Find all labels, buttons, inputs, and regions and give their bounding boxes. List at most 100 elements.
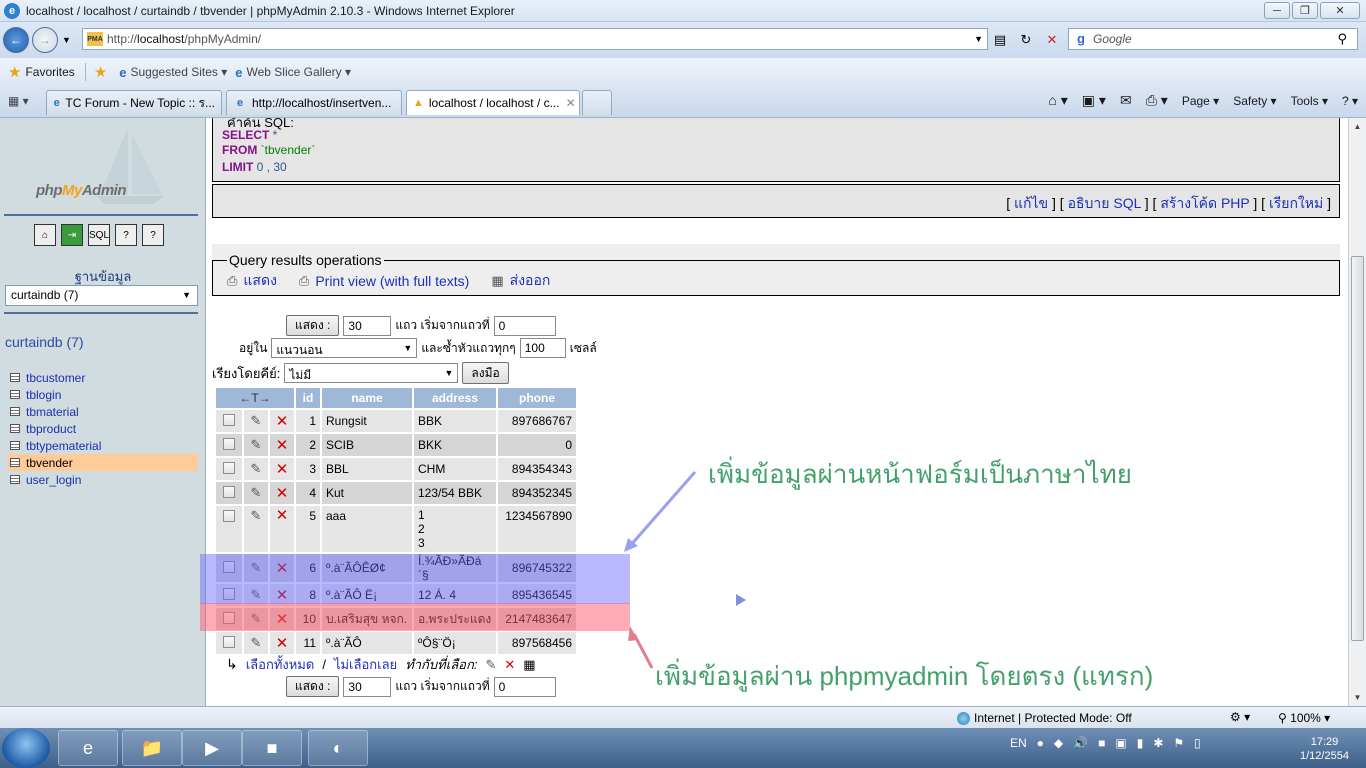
close-tab-icon[interactable]: ✕: [566, 96, 576, 110]
from-row-input[interactable]: 0: [493, 315, 556, 336]
table-icon[interactable]: [10, 390, 20, 399]
restore-button[interactable]: ❐: [1292, 2, 1318, 19]
safety-menu[interactable]: Safety ▾: [1233, 94, 1276, 108]
tab-insertvender[interactable]: e http://localhost/insertven...: [226, 90, 402, 115]
security-zone[interactable]: Internet | Protected Mode: Off: [957, 711, 1132, 725]
internet-explorer-taskbar-icon[interactable]: e: [58, 730, 118, 766]
feeds-icon[interactable]: ▣ ▾: [1082, 92, 1106, 109]
edit-pencil-icon[interactable]: ✎: [251, 461, 262, 476]
export-link[interactable]: ▦ ส่งออก: [491, 270, 550, 292]
tools-menu[interactable]: Tools ▾: [1291, 94, 1328, 108]
bluetooth-icon[interactable]: ✱: [1153, 736, 1163, 750]
sidebar-table-tbmaterial[interactable]: tbmaterial: [8, 403, 198, 420]
start-button[interactable]: [2, 728, 50, 768]
rows-input[interactable]: 30: [343, 315, 392, 336]
database-name-link[interactable]: curtaindb (7): [5, 334, 84, 350]
column-header-name[interactable]: name: [322, 388, 412, 408]
delete-x-icon[interactable]: ✕: [276, 507, 289, 524]
compatibility-view-icon[interactable]: ▤: [990, 30, 1010, 50]
quick-tabs-button[interactable]: ▦ ▾: [8, 94, 29, 108]
column-header-phone[interactable]: phone: [498, 388, 576, 408]
column-header-id[interactable]: id: [296, 388, 320, 408]
scroll-up-icon[interactable]: ▲: [1349, 118, 1366, 135]
app-taskbar-icon[interactable]: ■: [242, 730, 302, 766]
home-icon[interactable]: ⌂: [34, 224, 56, 246]
refresh-icon[interactable]: ↻: [1016, 30, 1036, 50]
file-explorer-taskbar-icon[interactable]: 📁: [122, 730, 182, 766]
table-icon[interactable]: [10, 475, 20, 484]
phpmyadmin-logo[interactable]: phpMyAdmin: [36, 182, 127, 199]
sidebar-table-tbproduct[interactable]: tbproduct: [8, 420, 198, 437]
sidebar-table-tbtypematerial[interactable]: tbtypematerial: [8, 437, 198, 454]
delete-x-icon[interactable]: ✕: [504, 657, 515, 673]
close-button[interactable]: ✕: [1320, 2, 1360, 19]
tab-tc-forum[interactable]: e TC Forum - New Topic :: ร...: [46, 90, 222, 115]
row-checkbox[interactable]: [223, 437, 235, 450]
flag-icon[interactable]: ⚑: [1173, 736, 1184, 750]
create-php-code-link[interactable]: สร้างโค้ด PHP: [1160, 195, 1249, 211]
help-menu[interactable]: ? ▾: [1342, 94, 1358, 108]
back-button[interactable]: ←: [3, 27, 29, 53]
scroll-down-icon[interactable]: ▼: [1349, 689, 1366, 706]
explain-sql-link[interactable]: อธิบาย SQL: [1068, 195, 1141, 211]
print-full-link[interactable]: ⎙ Print view (with full texts): [299, 270, 469, 292]
documentation-icon[interactable]: ?: [115, 224, 137, 246]
sidebar-table-tbcustomer[interactable]: tbcustomer: [8, 369, 198, 386]
table-icon[interactable]: [10, 424, 20, 433]
uncheck-all-link[interactable]: ไม่เลือกเลย: [334, 654, 397, 675]
volume-icon[interactable]: 🔊: [1073, 736, 1088, 750]
page-menu[interactable]: Page ▾: [1182, 94, 1219, 108]
delete-x-icon[interactable]: ✕: [276, 437, 289, 454]
delete-x-icon[interactable]: ✕: [276, 635, 289, 652]
exit-icon[interactable]: ⇥: [61, 224, 83, 246]
query-window-icon[interactable]: SQL: [88, 224, 110, 246]
row-checkbox[interactable]: [223, 413, 235, 426]
from-row-input-bottom[interactable]: 0: [493, 676, 556, 697]
repeat-headers-input[interactable]: 100: [519, 338, 566, 358]
suggested-sites-link[interactable]: e Suggested Sites ▾: [119, 65, 227, 80]
table-icon[interactable]: [10, 441, 20, 450]
row-checkbox[interactable]: [223, 635, 235, 648]
database-select[interactable]: curtaindb (7) ▼: [5, 285, 198, 306]
forward-button[interactable]: →: [32, 27, 58, 53]
print-icon[interactable]: ⎙ ▾: [1146, 92, 1168, 109]
tab-phpmyadmin[interactable]: ▲ localhost / localhost / c... ✕: [406, 90, 580, 115]
new-tab-button[interactable]: [582, 90, 612, 115]
network-icon[interactable]: ▯: [1194, 736, 1201, 750]
print-link[interactable]: ⎙ แสดง: [227, 270, 277, 292]
zoom-control[interactable]: ⚲ 100% ▾: [1278, 711, 1330, 725]
show-button-bottom[interactable]: แสดง :: [286, 676, 340, 697]
home-icon[interactable]: ⌂ ▾: [1048, 92, 1067, 109]
go-button[interactable]: ลงมือ: [462, 362, 509, 384]
stop-icon[interactable]: ✕: [1042, 30, 1062, 50]
vertical-scrollbar[interactable]: ▲ ▼: [1348, 118, 1366, 706]
table-icon[interactable]: [10, 458, 20, 467]
row-checkbox[interactable]: [223, 510, 235, 522]
protected-mode-icon[interactable]: ⚙ ▾: [1230, 710, 1250, 724]
delete-x-icon[interactable]: ✕: [276, 485, 289, 502]
search-box[interactable]: g Google ⚲: [1068, 28, 1358, 50]
edit-pencil-icon[interactable]: ✎: [251, 413, 262, 428]
export-icon[interactable]: ▦: [523, 657, 535, 673]
show-button[interactable]: แสดง :: [286, 315, 340, 336]
table-icon[interactable]: [10, 407, 20, 416]
web-slice-gallery-link[interactable]: e Web Slice Gallery ▾: [235, 65, 351, 80]
column-header-address[interactable]: address: [414, 388, 496, 408]
edit-pencil-icon[interactable]: ✎: [251, 485, 262, 500]
edit-pencil-icon[interactable]: ✎: [251, 635, 262, 650]
delete-x-icon[interactable]: ✕: [276, 413, 289, 430]
read-mail-icon[interactable]: ✉: [1120, 92, 1132, 109]
edit-pencil-icon[interactable]: ✎: [485, 657, 496, 673]
row-checkbox[interactable]: [223, 485, 235, 498]
sidebar-table-user-login[interactable]: user_login: [8, 471, 198, 488]
row-checkbox[interactable]: [223, 461, 235, 474]
column-toggle-header[interactable]: ←T→: [216, 388, 294, 408]
clock[interactable]: 17:29 1/12/2554: [1300, 735, 1349, 763]
language-indicator[interactable]: EN: [1010, 736, 1027, 750]
sidebar-table-tbvender[interactable]: tbvender: [8, 454, 198, 471]
recent-pages-dropdown[interactable]: ▼: [62, 35, 71, 45]
add-favorites-button[interactable]: ★: [94, 63, 111, 81]
delete-x-icon[interactable]: ✕: [276, 461, 289, 478]
address-field[interactable]: PMA http://localhost/phpMyAdmin/ ▼: [82, 28, 988, 50]
check-all-link[interactable]: เลือกทั้งหมด: [246, 654, 315, 675]
